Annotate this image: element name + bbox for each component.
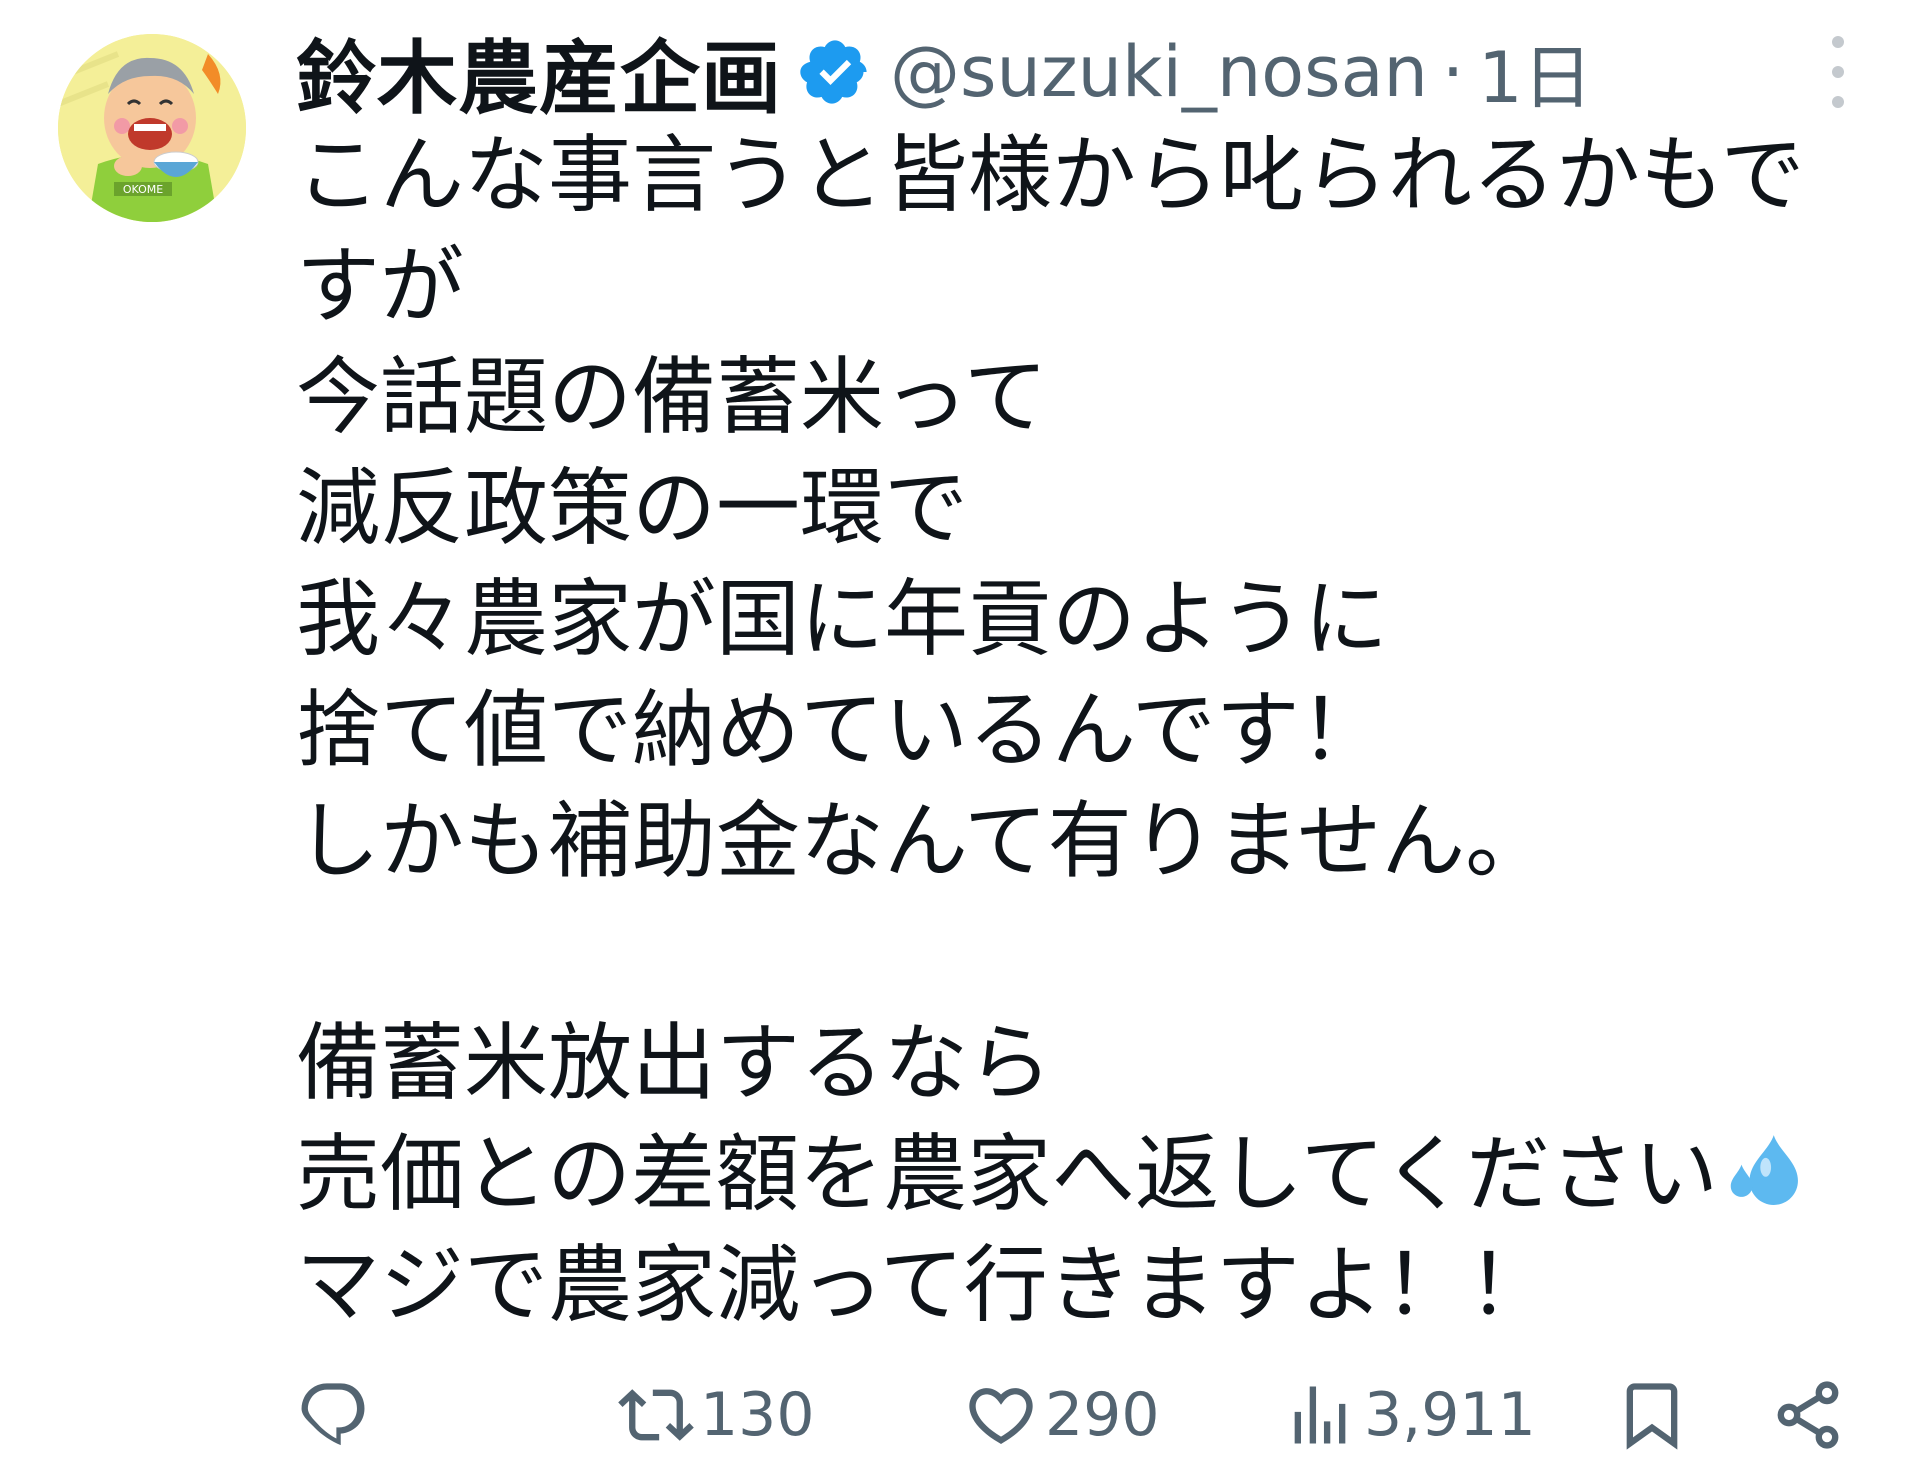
action-bar: 130 290 3,911 — [296, 1375, 1856, 1455]
tweet-line-with-emoji: 売価との差額を農家へ返してください — [296, 1119, 1856, 1230]
sweat-droplets-icon — [1720, 1127, 1806, 1213]
retweet-count: 130 — [700, 1380, 815, 1450]
share-icon — [1777, 1381, 1839, 1449]
timestamp[interactable]: 1日 — [1478, 22, 1593, 123]
tweet-line: すが — [296, 237, 465, 335]
tweet-line: 捨て値で納めているんです！ — [296, 681, 1384, 779]
tweet-line: 我々農家が国に年貢のように — [296, 570, 1389, 668]
heart-icon — [969, 1388, 1033, 1445]
more-options-icon[interactable] — [1820, 36, 1856, 108]
farmer-avatar-icon: OKOME — [58, 34, 246, 222]
views-icon — [1294, 1386, 1346, 1444]
retweet-button[interactable]: 130 — [618, 1375, 815, 1455]
tweet-line: 備蓄米放出するなら — [296, 1014, 1053, 1112]
tweet-line: マジで農家減って行きますよ！！ — [296, 1236, 1552, 1334]
tweet-line-text: 売価との差額を農家へ返してください — [296, 1125, 1719, 1223]
avatar-label: OKOME — [123, 183, 163, 196]
separator-dot: · — [1441, 31, 1465, 113]
tweet: OKOME 鈴木農産企画 @suzuki_nosan · 1日 こんな事言うと皆… — [0, 0, 1920, 1457]
reply-icon — [301, 1383, 365, 1446]
bookmark-button[interactable] — [1614, 1375, 1690, 1455]
views-count: 3,911 — [1364, 1380, 1536, 1450]
like-button[interactable]: 290 — [963, 1375, 1160, 1455]
verified-badge-icon — [798, 35, 872, 109]
tweet-header: 鈴木農産企画 @suzuki_nosan · 1日 — [296, 22, 1593, 125]
tweet-line: 今話題の備蓄米って — [296, 348, 1048, 446]
bookmark-icon — [1626, 1383, 1678, 1450]
views-button[interactable]: 3,911 — [1282, 1375, 1536, 1455]
tweet-line: こんな事言うと皆様から叱られるかもで — [296, 126, 1805, 224]
share-button[interactable] — [1770, 1375, 1846, 1455]
tweet-text: こんな事言うと皆様から叱られるかもで すが 今話題の備蓄米って 減反政策の一環で… — [296, 120, 1856, 1341]
display-name[interactable]: 鈴木農産企画 — [296, 14, 782, 130]
avatar[interactable]: OKOME — [58, 34, 246, 222]
like-count: 290 — [1045, 1380, 1160, 1450]
tweet-line: しかも補助金なんて有りません。 — [296, 792, 1550, 890]
retweet-icon — [618, 1389, 694, 1441]
handle[interactable]: @suzuki_nosan — [890, 31, 1428, 113]
reply-button[interactable] — [296, 1375, 372, 1455]
tweet-line: 減反政策の一環で — [296, 459, 969, 557]
